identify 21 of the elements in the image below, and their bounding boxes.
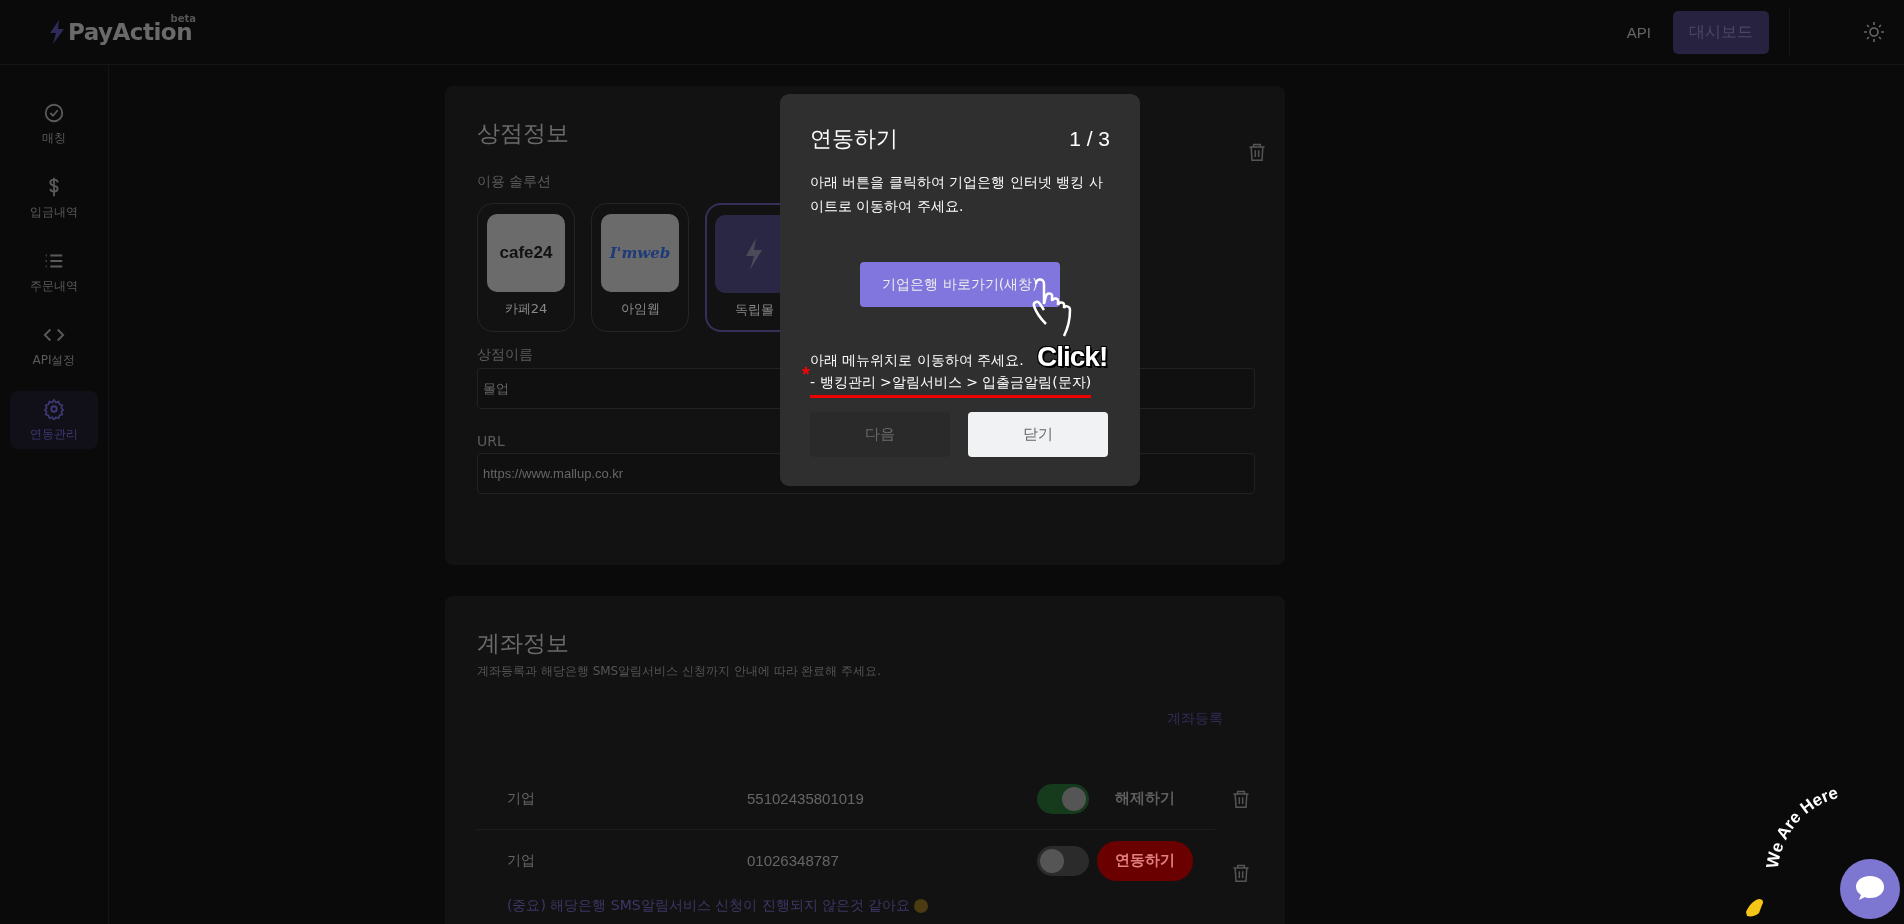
field-label: URL (477, 433, 505, 449)
logo-text: cafe24 (499, 243, 553, 263)
section-subtitle: 계좌등록과 해당은행 SMS알림서비스 신청까지 안내에 따라 완료해 주세요. (477, 663, 883, 680)
bank-name: 기업 (507, 851, 536, 870)
logo-text: I'mweb (609, 244, 671, 262)
modal-title: 연동하기 (810, 125, 898, 153)
menu-path-text: - 뱅킹관리 >알림서비스 > 입출금알림(문자) (810, 371, 1092, 398)
section-title: 계좌정보 (477, 629, 569, 658)
beta-label: beta (170, 13, 197, 24)
menu-hint-text: 아래 메뉴위치로 이동하여 주세요. (810, 351, 1024, 370)
account-number: 01026348787 (747, 852, 840, 869)
account-number: 55102435801019 (747, 790, 865, 807)
warning-text: (중요) 해당은행 SMS알림서비스 신청이 진행되지 않은것 같아요 (507, 897, 911, 915)
instruction-text: 아래 버튼을 클릭하여 기업은행 인터넷 뱅킹 사이트로 이동하여 주세요. (810, 173, 1104, 216)
step-counter: 1 / 3 (1069, 127, 1110, 151)
bank-name: 기업 (507, 789, 536, 808)
click-label: Click! (1037, 341, 1108, 373)
field-label: 상점이름 (477, 346, 533, 364)
section-title: 상점정보 (477, 119, 569, 148)
field-label: 이용 솔루션 (477, 173, 552, 191)
asterisk-mark: * (802, 363, 810, 386)
